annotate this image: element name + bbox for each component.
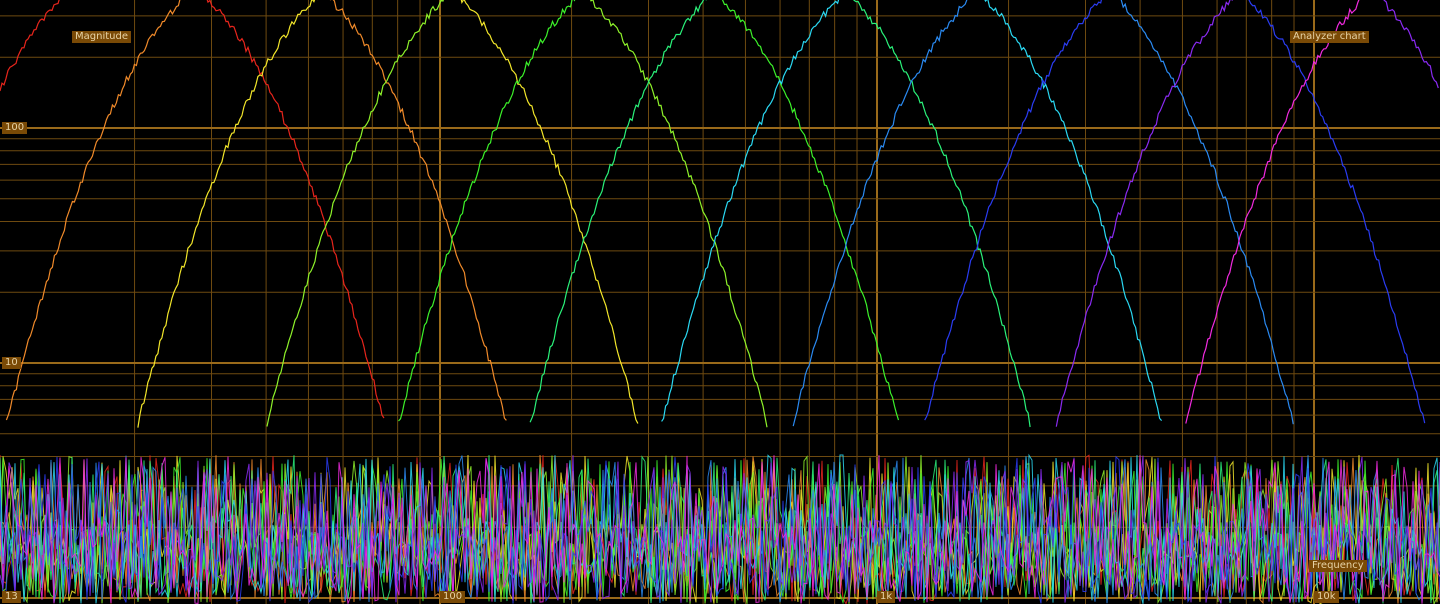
y-axis-label: Magnitude [72,31,131,43]
analyzer-chart [0,0,1440,604]
x-axis-label: Frequency [1309,560,1367,572]
y-tick-label-100: 100 [2,122,28,134]
x-tick-label-100: 100 [440,591,466,603]
x-tick-label-13: 13 [2,591,21,603]
chart-title: Analyzer chart [1290,31,1369,43]
x-tick-label-10k: 10k [1314,591,1339,603]
y-tick-label-10: 10 [2,357,21,369]
x-tick-label-1k: 1k [877,591,896,603]
